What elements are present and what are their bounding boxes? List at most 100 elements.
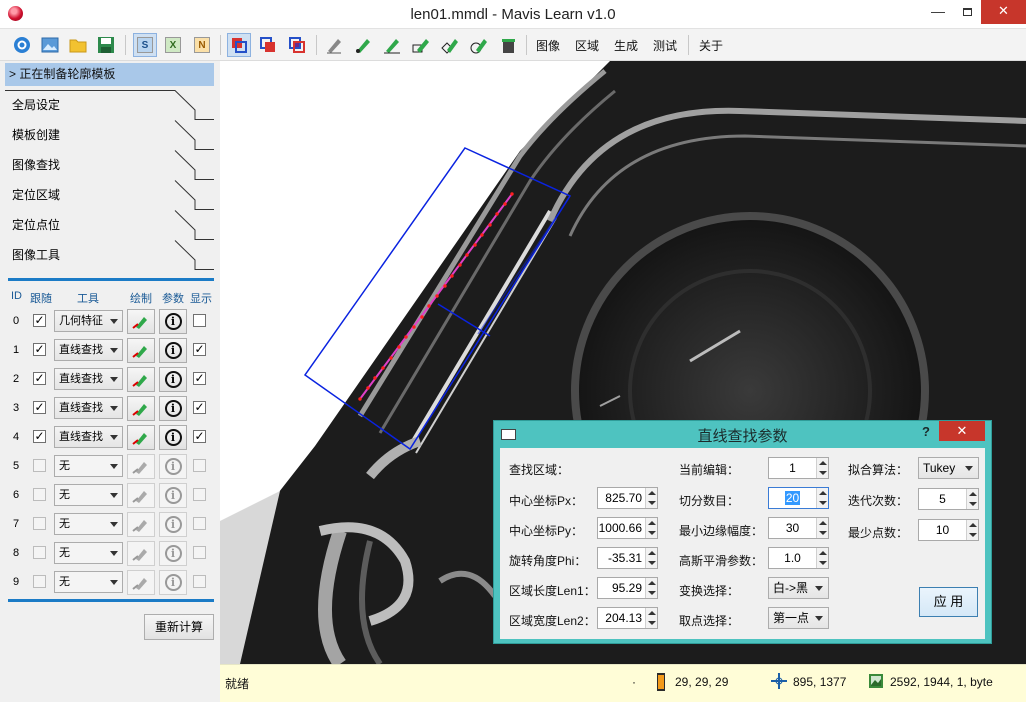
- tool-select[interactable]: 几何特征: [54, 310, 123, 332]
- show-checkbox[interactable]: ✓: [193, 401, 206, 414]
- x-mode-button[interactable]: X: [161, 33, 185, 57]
- follow-checkbox[interactable]: [33, 517, 46, 530]
- follow-checkbox[interactable]: ✓: [33, 372, 46, 385]
- step-template-create[interactable]: 模板创建: [5, 120, 214, 150]
- iterations-spinbox[interactable]: 5: [918, 488, 979, 510]
- tool-select[interactable]: 直线查找: [54, 339, 123, 361]
- follow-checkbox[interactable]: ✓: [33, 430, 46, 443]
- dialog-close-button[interactable]: ✕: [939, 421, 985, 441]
- current-edit-spinbox[interactable]: 1: [768, 457, 829, 479]
- follow-checkbox[interactable]: ✓: [33, 343, 46, 356]
- min-points-spinbox[interactable]: 10: [918, 519, 979, 541]
- show-checkbox[interactable]: [193, 575, 206, 588]
- draw-circle-icon[interactable]: [467, 33, 491, 57]
- len1-spinbox[interactable]: 95.29: [597, 577, 658, 599]
- param-info-button[interactable]: i: [159, 425, 187, 450]
- draw-rect-icon[interactable]: [409, 33, 433, 57]
- follow-checkbox[interactable]: ✓: [33, 314, 46, 327]
- param-info-button[interactable]: i: [159, 541, 187, 566]
- tool-select[interactable]: 直线查找: [54, 368, 123, 390]
- param-info-button[interactable]: i: [159, 454, 187, 479]
- draw-tool-button[interactable]: [127, 454, 155, 479]
- show-checkbox[interactable]: ✓: [193, 430, 206, 443]
- gauss-sigma-spinbox[interactable]: 1.0: [768, 547, 829, 569]
- maximize-button[interactable]: [953, 0, 981, 24]
- px-spinbox[interactable]: 825.70: [597, 487, 658, 509]
- pen-erase-icon[interactable]: [322, 33, 346, 57]
- show-checkbox[interactable]: [193, 517, 206, 530]
- tool-select[interactable]: 无: [54, 484, 123, 506]
- draw-tool-button[interactable]: [127, 396, 155, 421]
- step-locate-point[interactable]: 定位点位: [5, 210, 214, 240]
- step-image-find[interactable]: 图像查找: [5, 150, 214, 180]
- len2-spinbox[interactable]: 204.13: [597, 607, 658, 629]
- param-info-button[interactable]: i: [159, 483, 187, 508]
- region-diff-icon[interactable]: [256, 33, 280, 57]
- camera-icon[interactable]: [10, 33, 34, 57]
- draw-tool-button[interactable]: [127, 309, 155, 334]
- n-mode-button[interactable]: N: [190, 33, 214, 57]
- menu-generate[interactable]: 生成: [614, 37, 638, 54]
- open-folder-icon[interactable]: [66, 33, 90, 57]
- param-info-button[interactable]: i: [159, 396, 187, 421]
- recalculate-button[interactable]: 重新计算: [144, 614, 214, 640]
- param-info-button[interactable]: i: [159, 338, 187, 363]
- follow-checkbox[interactable]: ✓: [33, 401, 46, 414]
- region-intersect-icon[interactable]: [285, 33, 309, 57]
- draw-tool-button[interactable]: [127, 570, 155, 595]
- menu-test[interactable]: 测试: [653, 37, 677, 54]
- follow-checkbox[interactable]: [33, 575, 46, 588]
- split-count-spinbox[interactable]: 20: [768, 487, 829, 509]
- fit-algo-select[interactable]: Tukey: [918, 457, 979, 479]
- step-locate-region[interactable]: 定位区域: [5, 180, 214, 210]
- follow-checkbox[interactable]: [33, 488, 46, 501]
- show-checkbox[interactable]: ✓: [193, 372, 206, 385]
- help-button[interactable]: ?: [922, 424, 930, 439]
- show-checkbox[interactable]: [193, 488, 206, 501]
- draw-tool-button[interactable]: [127, 425, 155, 450]
- step-image-tools[interactable]: 图像工具: [5, 240, 214, 270]
- save-icon[interactable]: [94, 33, 118, 57]
- draw-point-icon[interactable]: [351, 33, 375, 57]
- show-checkbox[interactable]: ✓: [193, 343, 206, 356]
- draw-tool-button[interactable]: [127, 512, 155, 537]
- tool-select[interactable]: 无: [54, 571, 123, 593]
- phi-spinbox[interactable]: -35.31: [597, 547, 658, 569]
- point-select[interactable]: 第一点: [768, 607, 829, 629]
- show-checkbox[interactable]: [193, 314, 206, 327]
- menu-about[interactable]: 关于: [699, 37, 723, 54]
- param-info-button[interactable]: i: [159, 367, 187, 392]
- tool-select[interactable]: 无: [54, 542, 123, 564]
- menu-image[interactable]: 图像: [536, 37, 560, 54]
- tool-select[interactable]: 直线查找: [54, 426, 123, 448]
- tool-select[interactable]: 直线查找: [54, 397, 123, 419]
- draw-tool-button[interactable]: [127, 483, 155, 508]
- min-edge-spinbox[interactable]: 30: [768, 517, 829, 539]
- region-union-icon[interactable]: [227, 33, 251, 57]
- apply-button[interactable]: 应 用: [919, 587, 978, 617]
- param-info-button[interactable]: i: [159, 512, 187, 537]
- open-image-icon[interactable]: [38, 33, 62, 57]
- follow-checkbox[interactable]: [33, 459, 46, 472]
- tool-select[interactable]: 无: [54, 513, 123, 535]
- param-info-button[interactable]: i: [159, 570, 187, 595]
- tool-select[interactable]: 无: [54, 455, 123, 477]
- param-info-button[interactable]: i: [159, 309, 187, 334]
- clear-draw-icon[interactable]: [496, 33, 520, 57]
- dialog-title-bar[interactable]: 直线查找参数 ? ✕: [494, 421, 991, 447]
- draw-tool-button[interactable]: [127, 367, 155, 392]
- py-spinbox[interactable]: 1000.66: [597, 517, 658, 539]
- minimize-button[interactable]: —: [923, 0, 953, 24]
- step-global-settings[interactable]: 全局设定: [5, 90, 214, 120]
- draw-tool-button[interactable]: [127, 338, 155, 363]
- show-checkbox[interactable]: [193, 546, 206, 559]
- menu-region[interactable]: 区域: [575, 37, 599, 54]
- s-mode-button[interactable]: S: [133, 33, 157, 57]
- follow-checkbox[interactable]: [33, 546, 46, 559]
- close-window-button[interactable]: ✕: [981, 0, 1026, 24]
- draw-tool-button[interactable]: [127, 541, 155, 566]
- draw-line-icon[interactable]: [380, 33, 404, 57]
- transition-select[interactable]: 白->黑: [768, 577, 829, 599]
- draw-rotated-rect-icon[interactable]: [438, 33, 462, 57]
- show-checkbox[interactable]: [193, 459, 206, 472]
